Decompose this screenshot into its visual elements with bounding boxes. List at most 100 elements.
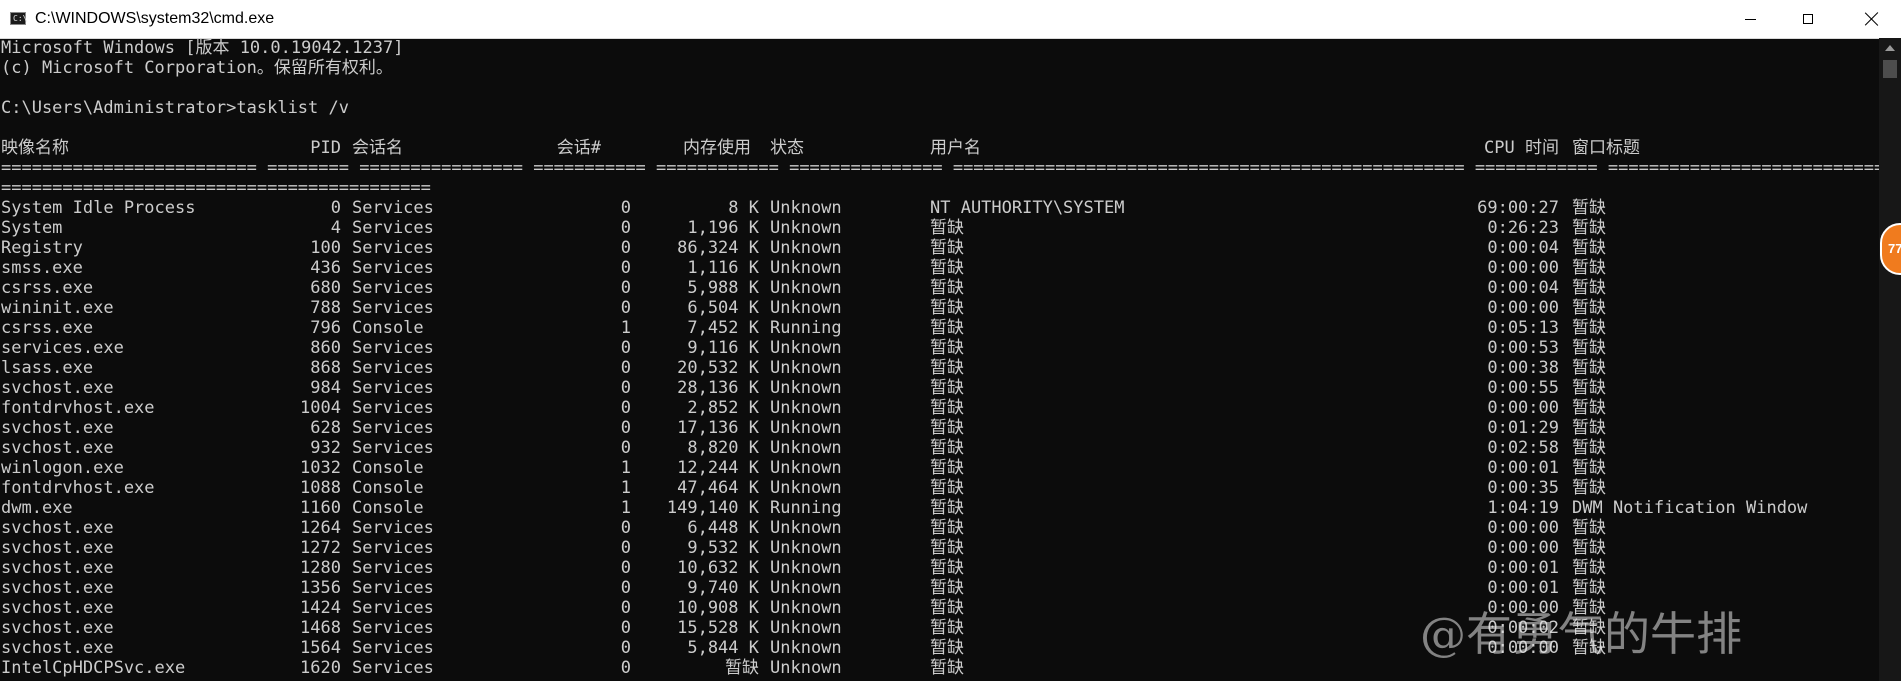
minimize-button[interactable] [1722, 0, 1779, 38]
cell-mem-usage: 28,136 K [677, 378, 759, 398]
cell-cpu-time: 0:26:23 [1487, 218, 1559, 238]
cell-username: 暂缺 [930, 558, 964, 578]
cell-status: Unknown [770, 438, 842, 458]
cell-pid: 1160 [300, 498, 341, 518]
scroll-up-arrow-icon[interactable] [1879, 38, 1901, 58]
process-row: svchost.exe 1272 Services 0 9,532 K Unknown 暂缺… [1, 538, 1879, 558]
process-row: services.exe 860 Services 0 9,116 K Unknown 暂缺… [1, 338, 1879, 358]
cell-image-name: svchost.exe [1, 578, 114, 598]
cell-session-name: Services [352, 518, 434, 538]
cell-mem-usage: 10,632 K [677, 558, 759, 578]
cell-window-title: 暂缺 [1572, 478, 1606, 498]
cell-pid: 1280 [300, 558, 341, 578]
cell-session-name: Console [352, 458, 424, 478]
cell-mem-usage: 9,740 K [687, 578, 759, 598]
cell-mem-usage: 8 K [728, 198, 759, 218]
copyright-line: (c) Microsoft Corporation。保留所有权利。 [1, 58, 393, 78]
cell-mem-usage: 47,464 K [677, 478, 759, 498]
process-row: svchost.exe 1280 Services 0 10,632 K Unknown 暂… [1, 558, 1879, 578]
cell-pid: 4 [330, 218, 341, 238]
cell-image-name: svchost.exe [1, 598, 114, 618]
cell-session-name: Services [352, 358, 434, 378]
cell-mem-usage: 5,844 K [687, 638, 759, 658]
cell-window-title: 暂缺 [1572, 398, 1606, 418]
cell-pid: 0 [330, 198, 341, 218]
cell-session-name: Console [352, 478, 424, 498]
title-bar[interactable]: C:\ C:\WINDOWS\system32\cmd.exe [0, 0, 1901, 39]
cell-status: Unknown [770, 458, 842, 478]
cell-pid: 100 [310, 238, 341, 258]
cell-cpu-time: 0:01:29 [1487, 418, 1559, 438]
cell-image-name: csrss.exe [1, 278, 94, 298]
process-row: lsass.exe 868 Services 0 20,532 K Unknown 暂缺 0:… [1, 358, 1879, 378]
cell-image-name: fontdrvhost.exe [1, 398, 155, 418]
cell-pid: 1088 [300, 478, 341, 498]
cell-image-name: svchost.exe [1, 418, 114, 438]
maximize-icon [1802, 14, 1813, 24]
cell-mem-usage: 9,532 K [687, 538, 759, 558]
process-row: winlogon.exe 1032 Console 1 12,244 K Unknown 暂… [1, 458, 1879, 478]
cell-window-title: 暂缺 [1572, 418, 1606, 438]
cell-status: Unknown [770, 218, 842, 238]
cell-pid: 1272 [300, 538, 341, 558]
cell-session-name: Services [352, 278, 434, 298]
cell-pid: 436 [310, 258, 341, 278]
cell-username: 暂缺 [930, 478, 964, 498]
cell-session-name: Services [352, 238, 434, 258]
cell-image-name: svchost.exe [1, 378, 114, 398]
cell-username: 暂缺 [930, 638, 964, 658]
cell-cpu-time: 0:00:00 [1487, 398, 1559, 418]
cell-session-name: Services [352, 638, 434, 658]
cell-mem-usage: 8,820 K [687, 438, 759, 458]
cell-mem-usage: 1,116 K [687, 258, 759, 278]
cell-window-title: 暂缺 [1572, 238, 1606, 258]
cell-pid: 984 [310, 378, 341, 398]
console-output[interactable]: Microsoft Windows [版本 10.0.19042.1237] (… [1, 38, 1879, 681]
cell-image-name: svchost.exe [1, 538, 114, 558]
cell-status: Unknown [770, 198, 842, 218]
cell-pid: 1424 [300, 598, 341, 618]
cell-image-name: dwm.exe [1, 498, 73, 518]
cell-session-name: Services [352, 298, 434, 318]
cell-cpu-time: 0:00:01 [1487, 558, 1559, 578]
cell-image-name: svchost.exe [1, 518, 114, 538]
cell-mem-usage: 15,528 K [677, 618, 759, 638]
vertical-scrollbar[interactable] [1879, 38, 1901, 681]
cell-image-name: wininit.exe [1, 298, 114, 318]
process-row: smss.exe 436 Services 0 1,116 K Unknown 暂缺 0:00… [1, 258, 1879, 278]
cell-username: 暂缺 [930, 258, 964, 278]
cell-window-title: 暂缺 [1572, 218, 1606, 238]
process-row: svchost.exe 1356 Services 0 9,740 K Unknown 暂缺… [1, 578, 1879, 598]
cell-session-name: Services [352, 438, 434, 458]
command-prompt-line: C:\Users\Administrator>tasklist /v [1, 98, 349, 118]
cell-status: Unknown [770, 418, 842, 438]
cell-window-title: 暂缺 [1572, 338, 1606, 358]
cell-status: Running [770, 498, 842, 518]
cell-username: 暂缺 [930, 438, 964, 458]
maximize-button[interactable] [1779, 0, 1836, 38]
cell-status: Unknown [770, 538, 842, 558]
cell-username: 暂缺 [930, 458, 964, 478]
scroll-thumb[interactable] [1883, 60, 1897, 78]
cell-username: 暂缺 [930, 378, 964, 398]
cell-pid: 1004 [300, 398, 341, 418]
process-row: wininit.exe 788 Services 0 6,504 K Unknown 暂缺 0… [1, 298, 1879, 318]
close-button[interactable] [1843, 0, 1900, 38]
cell-pid: 932 [310, 438, 341, 458]
window-title: C:\WINDOWS\system32\cmd.exe [35, 10, 275, 27]
cell-username: 暂缺 [930, 218, 964, 238]
cell-image-name: IntelCpHDCPSvc.exe [1, 658, 186, 678]
cell-image-name: smss.exe [1, 258, 83, 278]
cell-cpu-time: 0:00:55 [1487, 378, 1559, 398]
cell-cpu-time: 0:02:58 [1487, 438, 1559, 458]
cell-status: Unknown [770, 578, 842, 598]
cell-window-title: 暂缺 [1572, 258, 1606, 278]
cell-cpu-time: 1:04:19 [1487, 498, 1559, 518]
cell-username: 暂缺 [930, 358, 964, 378]
cell-image-name: Registry [1, 238, 83, 258]
process-row: fontdrvhost.exe 1004 Services 0 2,852 K Unkno… [1, 398, 1879, 418]
cell-status: Unknown [770, 658, 842, 678]
cell-window-title: 暂缺 [1572, 198, 1606, 218]
cell-status: Unknown [770, 338, 842, 358]
cell-window-title: DWM Notification Window [1572, 498, 1808, 518]
